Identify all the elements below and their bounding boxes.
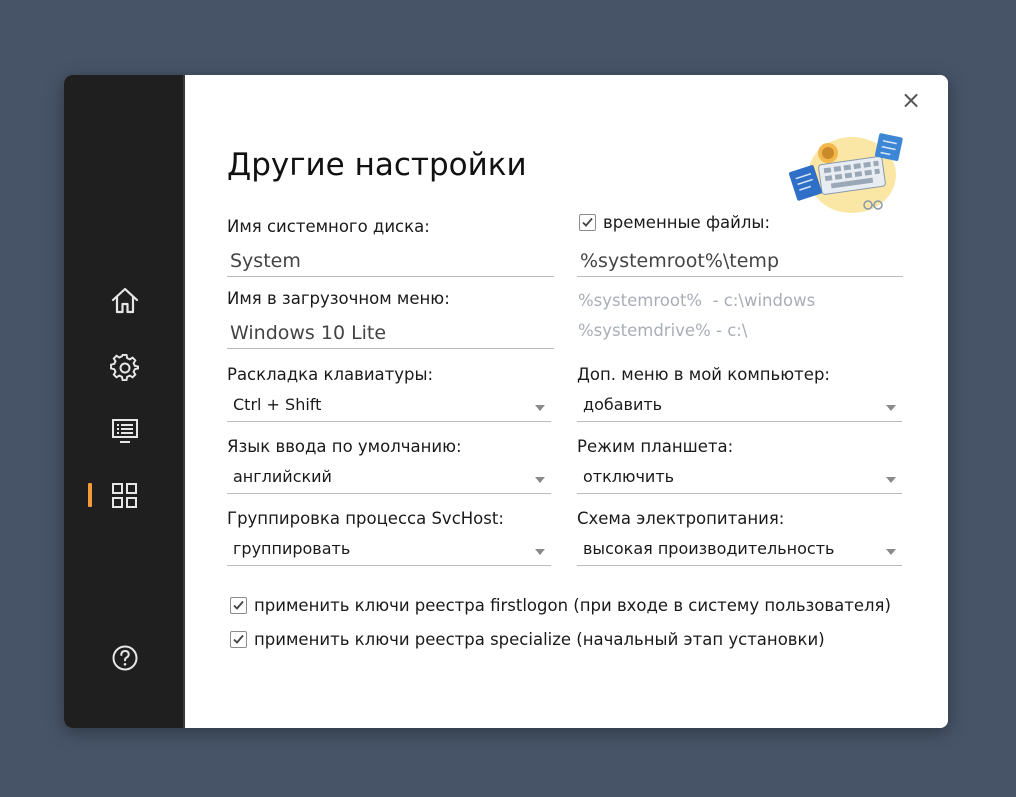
- active-indicator: [88, 483, 92, 507]
- my-computer-menu-value: добавить: [583, 395, 663, 414]
- temp-files-input[interactable]: [577, 245, 903, 277]
- grid-icon: [112, 483, 137, 508]
- temp-files-checkbox[interactable]: [579, 214, 596, 231]
- svchost-grouping-value: группировать: [233, 539, 351, 558]
- input-language-value: английский: [233, 467, 332, 486]
- tablet-mode-value: отключить: [583, 467, 675, 486]
- keyboard-layout-select[interactable]: Ctrl + Shift: [227, 390, 551, 422]
- tablet-mode-select[interactable]: отключить: [577, 462, 902, 494]
- sidebar-item-other[interactable]: [64, 475, 185, 515]
- sidebar-divider: [183, 75, 185, 728]
- chevron-down-icon: [886, 405, 896, 411]
- checkmark-icon: [233, 600, 244, 610]
- power-scheme-select[interactable]: высокая производительность: [577, 534, 902, 566]
- tablet-mode-label: Режим планшета:: [577, 437, 734, 456]
- chevron-down-icon: [886, 549, 896, 555]
- page-title: Другие настройки: [227, 147, 527, 183]
- gear-icon: [110, 353, 140, 382]
- sidebar-item-settings[interactable]: [64, 347, 185, 387]
- svchost-grouping-select[interactable]: группировать: [227, 534, 551, 566]
- specialize-label: применить ключи реестра specialize (нача…: [254, 630, 825, 649]
- home-icon: [111, 287, 139, 314]
- boot-menu-label: Имя в загрузочном меню:: [227, 289, 450, 308]
- sidebar-item-display[interactable]: [64, 410, 185, 450]
- sidebar-item-home[interactable]: [64, 280, 185, 320]
- sidebar-item-help[interactable]: [64, 637, 185, 677]
- boot-menu-input[interactable]: [227, 317, 554, 349]
- svchost-grouping-label: Группировка процесса SvcHost:: [227, 509, 504, 528]
- keyboard-layout-value: Ctrl + Shift: [233, 395, 322, 414]
- hint-systemdrive: %systemdrive% - c:\: [578, 321, 748, 340]
- checkmark-icon: [582, 217, 593, 227]
- temp-files-label: временные файлы:: [603, 213, 771, 232]
- keyboard-illustration: [788, 133, 903, 213]
- specialize-checkbox[interactable]: [230, 631, 247, 648]
- checkmark-icon: [233, 634, 244, 644]
- firstlogon-label: применить ключи реестра firstlogon (при …: [254, 596, 891, 615]
- power-scheme-value: высокая производительность: [583, 539, 835, 558]
- power-scheme-label: Схема электропитания:: [577, 509, 785, 528]
- settings-content: × Другие настройки Имя системного диска:…: [187, 75, 948, 728]
- sidebar: [64, 75, 185, 728]
- my-computer-menu-label: Доп. меню в мой компьютер:: [577, 365, 830, 384]
- system-disk-input[interactable]: [227, 245, 554, 277]
- settings-window: × Другие настройки Имя системного диска:…: [64, 75, 948, 728]
- close-button[interactable]: ×: [898, 87, 924, 113]
- my-computer-menu-select[interactable]: добавить: [577, 390, 902, 422]
- chevron-down-icon: [535, 405, 545, 411]
- keyboard-layout-label: Раскладка клавиатуры:: [227, 365, 434, 384]
- chevron-down-icon: [535, 477, 545, 483]
- monitor-icon: [112, 419, 138, 443]
- hint-systemroot: %systemroot% - c:\windows: [578, 291, 816, 310]
- system-disk-label: Имя системного диска:: [227, 217, 430, 236]
- chevron-down-icon: [535, 549, 545, 555]
- input-language-select[interactable]: английский: [227, 462, 551, 494]
- firstlogon-checkbox[interactable]: [230, 597, 247, 614]
- input-language-label: Язык ввода по умолчанию:: [227, 437, 462, 456]
- chevron-down-icon: [886, 477, 896, 483]
- help-icon: [112, 645, 138, 671]
